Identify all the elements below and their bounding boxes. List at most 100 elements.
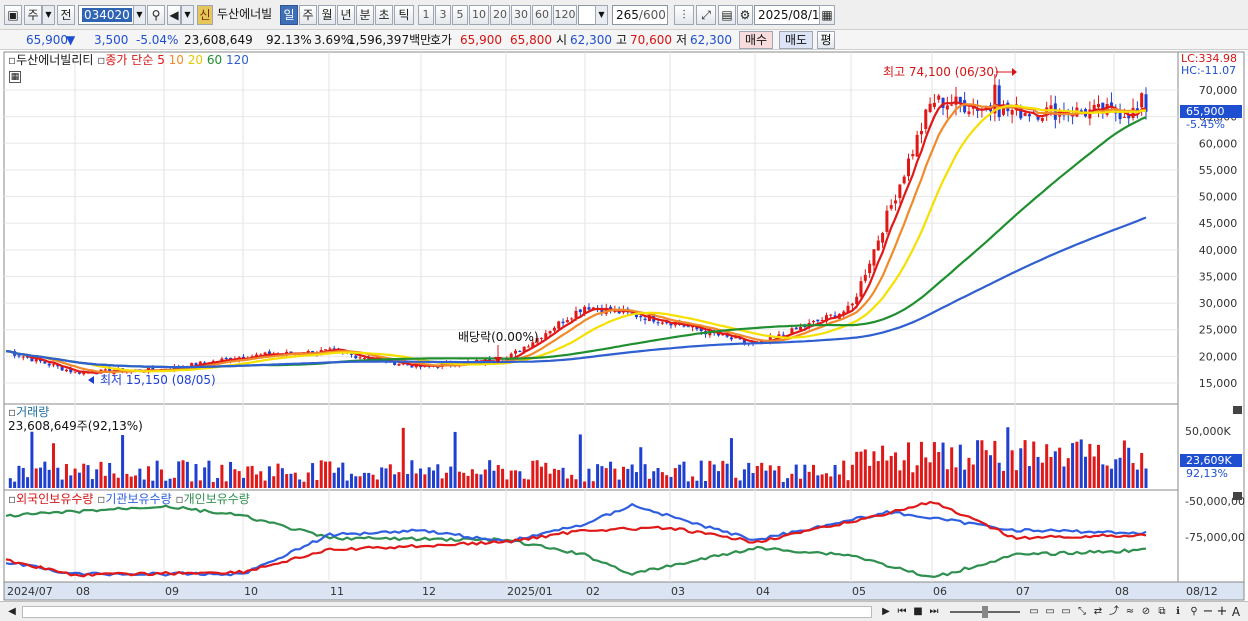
interval-60-button[interactable]: 60 [532, 5, 552, 25]
layout-icon-3[interactable]: ▭ [1058, 604, 1074, 620]
volume-bar [803, 464, 807, 488]
x-axis-label: 08 [1115, 585, 1129, 598]
volume-bar [691, 476, 695, 488]
layout-icon-2[interactable]: ▭ [1042, 604, 1058, 620]
candle-body [829, 314, 833, 316]
ma-legend-5: 5 [157, 53, 165, 67]
scroll-left-icon[interactable]: ◀ [4, 604, 20, 620]
candle-body [570, 318, 574, 320]
volume-bar [237, 471, 241, 488]
volume-title[interactable]: 거래량 [16, 405, 49, 419]
volume-bar [86, 465, 90, 488]
copy-icon[interactable]: ⧉ [1154, 604, 1170, 620]
speaker-icon[interactable]: ◀ [167, 5, 181, 25]
period-tick-button[interactable]: 틱 [394, 5, 414, 25]
gear-icon[interactable]: ⚙ [737, 5, 753, 25]
volume-bar [997, 462, 1001, 488]
price-y-tick: 40,000 [1199, 244, 1238, 257]
grid-toggle-icon[interactable]: ▦ [9, 71, 21, 83]
volume-bar [1109, 468, 1113, 488]
volume-bar [444, 472, 448, 488]
chart-type-icon[interactable]: ⫶ [674, 5, 694, 25]
link-icon[interactable]: ⊘ [1138, 604, 1154, 620]
holdings-panel-close-icon[interactable] [1233, 492, 1242, 500]
volume-bar [1079, 439, 1083, 488]
legend-bullet: ▫ [8, 405, 17, 419]
x-axis-label: 10 [244, 585, 258, 598]
volume-bar [371, 474, 375, 488]
individual-holdings-legend[interactable]: 개인보유수량 [184, 492, 250, 506]
stock-legend[interactable]: 두산에너빌리티 [16, 53, 93, 67]
stock-code-input[interactable]: 034020 [78, 5, 134, 25]
volume-value: 23,608,649주(92,13%) [8, 419, 143, 433]
period-week-button[interactable]: 주 [299, 5, 317, 25]
volume-bar [505, 479, 509, 488]
interval-20-button[interactable]: 20 [490, 5, 510, 25]
volume-bar [406, 473, 410, 488]
trend-icon[interactable]: ⤴ [1106, 604, 1122, 620]
stock-code-dropdown-icon[interactable]: ▼ [133, 5, 146, 25]
rewind-icon[interactable]: ⏮ [894, 604, 910, 620]
volume-bar [263, 480, 267, 488]
market-type-dropdown-icon[interactable]: ▼ [42, 5, 55, 25]
institution-holdings-legend[interactable]: 기관보유수량 [105, 492, 171, 506]
new-stock-button[interactable]: 신 [197, 5, 213, 25]
layout-icon-1[interactable]: ▭ [1026, 604, 1042, 620]
period-month-button[interactable]: 월 [318, 5, 336, 25]
period-second-button[interactable]: 초 [375, 5, 393, 25]
candle-body [902, 176, 906, 184]
volume-bar [557, 469, 561, 488]
volume-panel-close-icon[interactable] [1233, 406, 1242, 414]
candle-body [51, 364, 56, 366]
volume-bar [876, 461, 880, 488]
volume-bar [712, 464, 716, 488]
custom-interval-dropdown-icon[interactable]: ▼ [595, 5, 608, 25]
window-menu-icon[interactable]: ▣ [4, 5, 22, 25]
line-tool-icon[interactable]: ⤢ [696, 5, 716, 25]
volume-bar [699, 460, 703, 488]
compare-icon[interactable]: ⇄ [1090, 604, 1106, 620]
info-icon[interactable]: ℹ [1170, 604, 1186, 620]
date-input[interactable]: 2025/08/12 [754, 5, 827, 25]
interval-120-button[interactable]: 120 [553, 5, 577, 25]
interval-10-button[interactable]: 10 [469, 5, 489, 25]
eval-button[interactable]: 평 [817, 31, 835, 49]
period-day-button[interactable]: 일 [280, 5, 298, 25]
price-chart[interactable]: 70,00065,00060,00055,00050,00045,00040,0… [0, 50, 1248, 601]
save-icon[interactable]: ▤ [718, 5, 736, 25]
volume-bar [945, 469, 949, 488]
scroll-track[interactable] [22, 606, 872, 618]
calendar-icon[interactable]: ▦ [819, 5, 835, 25]
volume-bar [993, 440, 997, 488]
search-icon[interactable]: ⚲ [147, 5, 165, 25]
interval-3-button[interactable]: 3 [435, 5, 451, 25]
volume-bar [324, 461, 328, 488]
foreign-holdings-legend[interactable]: 외국인보유수량 [16, 492, 93, 506]
zoom-slider-handle[interactable] [982, 606, 988, 618]
candle-body [561, 321, 565, 324]
sell-button[interactable]: 매도 [779, 31, 813, 49]
period-minute-button[interactable]: 분 [356, 5, 374, 25]
interval-30-button[interactable]: 30 [511, 5, 531, 25]
ma-legend-prefix[interactable]: 종가 단순 [105, 53, 153, 67]
candle-body [885, 210, 889, 232]
volume-bar [708, 460, 712, 488]
buy-button[interactable]: 매수 [739, 31, 773, 49]
market-type-button[interactable]: 주 [24, 5, 42, 25]
interval-5-button[interactable]: 5 [452, 5, 468, 25]
pattern-icon[interactable]: ≈ [1122, 604, 1138, 620]
fast-forward-icon[interactable]: ⏭ [926, 604, 942, 620]
scale-icon[interactable]: ⤡ [1074, 604, 1090, 620]
prev-stock-button[interactable]: 전 [57, 5, 75, 25]
volume-bar [1036, 456, 1040, 488]
count-input[interactable]: 265/600 [612, 5, 668, 25]
interval-1-button[interactable]: 1 [418, 5, 434, 25]
period-year-button[interactable]: 년 [337, 5, 355, 25]
candle-body [539, 337, 543, 339]
font-size-icon[interactable]: A [1228, 604, 1244, 620]
volume-bar [453, 431, 457, 488]
speaker-dropdown-icon[interactable]: ▼ [181, 5, 194, 25]
stop-icon[interactable]: ■ [910, 604, 926, 620]
scroll-right-icon[interactable]: ▶ [878, 604, 894, 620]
count-total: /600 [638, 8, 666, 22]
